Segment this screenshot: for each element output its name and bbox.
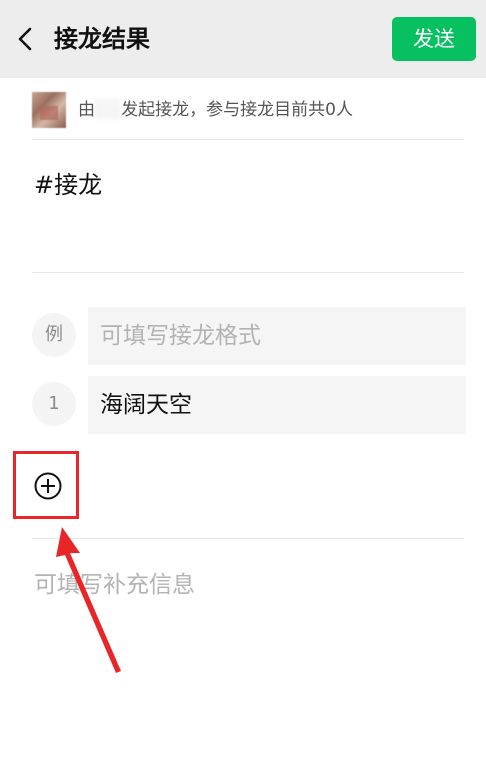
row-number-badge: 例 bbox=[32, 313, 76, 357]
highlight-box bbox=[13, 451, 79, 519]
add-entry-button[interactable] bbox=[34, 472, 62, 500]
avatar bbox=[32, 92, 66, 128]
back-button[interactable] bbox=[12, 24, 40, 54]
divider bbox=[32, 139, 464, 140]
initiator-text: 由░░发起接龙，参与接龙目前共0人 bbox=[78, 98, 353, 122]
supplement-input[interactable]: 可填写补充信息 bbox=[34, 568, 195, 602]
entry-input[interactable]: 海阔天空 bbox=[88, 376, 466, 434]
plus-circle-icon bbox=[34, 472, 62, 500]
topic-field[interactable]: #接龙 bbox=[34, 168, 102, 202]
chevron-left-icon bbox=[18, 27, 32, 51]
top-bar: 接龙结果 发送 bbox=[0, 0, 486, 78]
initiator-name: ░░ bbox=[95, 100, 122, 120]
initiator-info: 由░░发起接龙，参与接龙目前共0人 bbox=[0, 84, 486, 140]
list-item-example: 例 可填写接龙格式 bbox=[32, 307, 466, 365]
page-title: 接龙结果 bbox=[54, 25, 150, 53]
list-item: 1 海阔天空 bbox=[32, 376, 466, 434]
divider bbox=[32, 272, 464, 273]
format-input[interactable]: 可填写接龙格式 bbox=[88, 307, 466, 365]
initiator-suffix: 发起接龙，参与接龙目前共0人 bbox=[121, 100, 353, 120]
row-number-badge: 1 bbox=[32, 382, 76, 426]
send-button[interactable]: 发送 bbox=[392, 17, 476, 61]
initiator-prefix: 由 bbox=[78, 100, 95, 120]
divider bbox=[32, 538, 464, 539]
